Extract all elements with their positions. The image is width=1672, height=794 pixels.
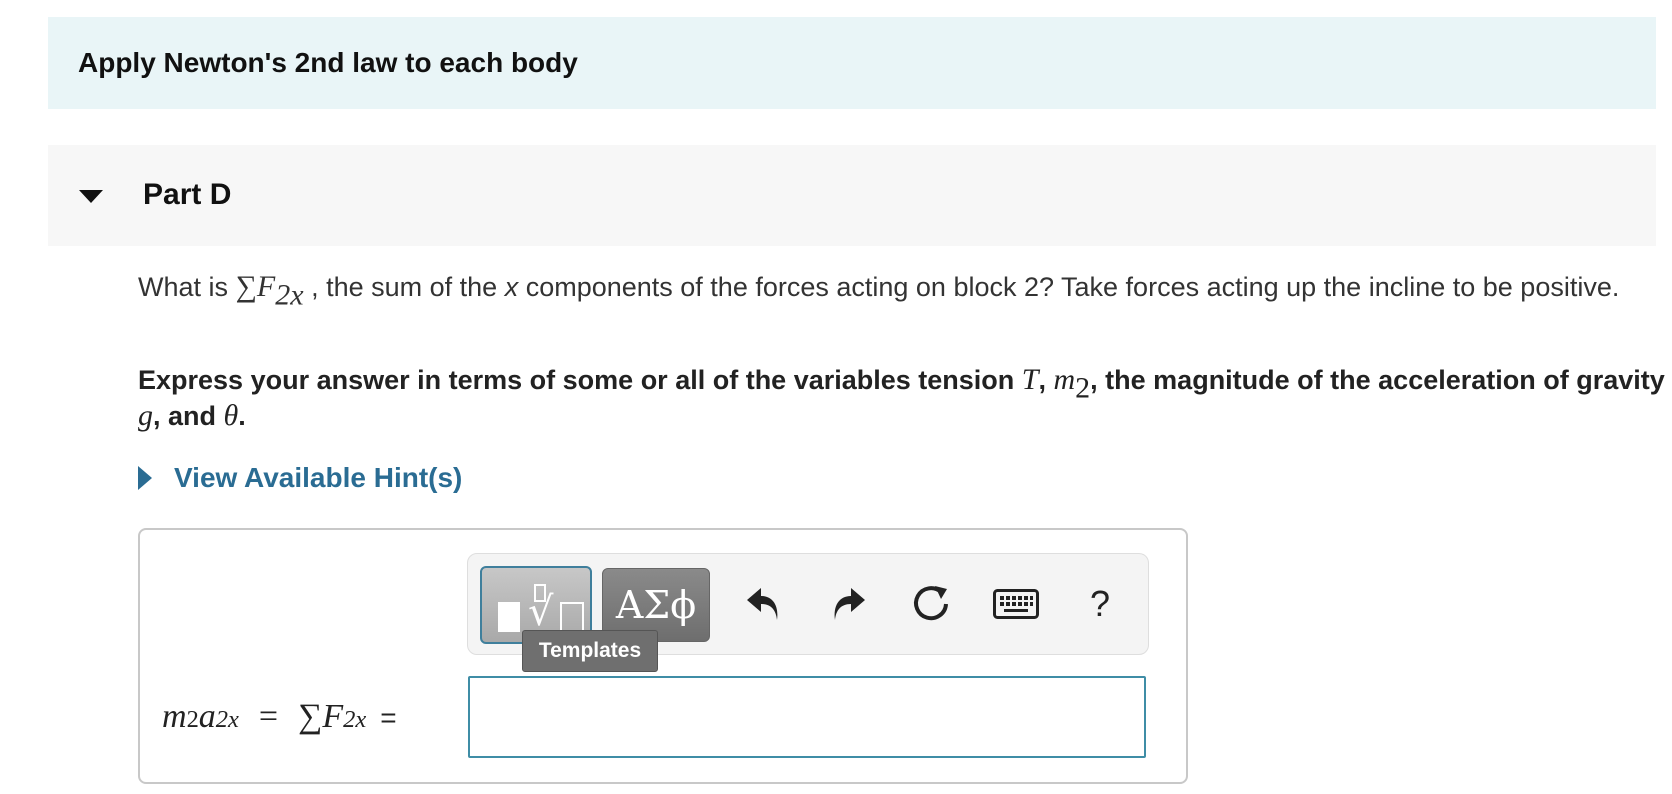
eq-equals: = (258, 698, 279, 735)
hint-label[interactable]: View Available Hint(s) (174, 462, 462, 494)
answer-instruction: Express your answer in terms of some or … (138, 362, 1668, 434)
redo-button[interactable] (820, 576, 876, 632)
answer-box: √ ΑΣϕ ? Templates m 2 a 2x = ∑ F 2x = (138, 528, 1188, 784)
undo-icon (747, 588, 778, 620)
instruction-comma: , (1038, 365, 1054, 395)
eq-force: F (322, 698, 344, 735)
question-suffix: , the sum of the (303, 272, 505, 302)
templates-icon (498, 602, 520, 632)
radical-icon: √ (528, 589, 554, 635)
part-title: Part D (143, 178, 232, 211)
question-var-sub: 2x (275, 278, 304, 312)
banner-title: Apply Newton's 2nd law to each body (78, 47, 578, 78)
caret-right-icon[interactable] (138, 466, 152, 490)
instruction-part1: Express your answer in terms of some or … (138, 365, 1022, 395)
equation-label: m 2 a 2x = ∑ F 2x = (162, 698, 397, 735)
keyboard-icon (993, 589, 1039, 619)
help-icon: ? (1089, 583, 1111, 624)
eq-plain-equals: = (380, 702, 397, 733)
redo-icon (834, 588, 865, 620)
instruction-part2: , the magnitude of the acceleration of g… (1090, 365, 1665, 395)
question-var: F (256, 270, 276, 303)
question-suffix2: components of the forces acting on block… (518, 272, 1620, 302)
reset-icon (914, 586, 948, 621)
undo-button[interactable] (736, 576, 792, 632)
greek-symbols-icon: ΑΣϕ (615, 583, 697, 627)
templates-box (560, 602, 584, 632)
eq-sum-symbol: ∑ (298, 698, 323, 735)
reset-button[interactable] (904, 576, 960, 632)
eq-mass: m (162, 698, 187, 735)
sum-symbol: ∑ (235, 270, 257, 303)
answer-input[interactable] (468, 676, 1146, 758)
var-theta: θ (223, 399, 239, 432)
keyboard-button[interactable] (988, 576, 1044, 632)
var-tension: T (1021, 363, 1039, 396)
question-x-word: x (504, 272, 519, 302)
var-mass: m (1053, 363, 1076, 396)
help-button[interactable]: ? (1072, 576, 1128, 632)
instruction-end: . (238, 401, 246, 431)
question-prefix: What is (138, 272, 236, 302)
instruction-part3: , and (153, 401, 224, 431)
section-banner: Apply Newton's 2nd law to each body (48, 17, 1656, 109)
caret-down-icon[interactable] (79, 190, 103, 203)
eq-accel: a (198, 698, 216, 735)
part-header[interactable]: Part D (48, 145, 1656, 246)
var-mass-sub: 2 (1075, 371, 1091, 405)
question-text: What is ∑F2x , the sum of the x componen… (138, 268, 1658, 310)
view-hints-link[interactable]: View Available Hint(s) (138, 462, 462, 494)
templates-tooltip: Templates (522, 630, 658, 672)
var-gravity: g (138, 399, 153, 432)
